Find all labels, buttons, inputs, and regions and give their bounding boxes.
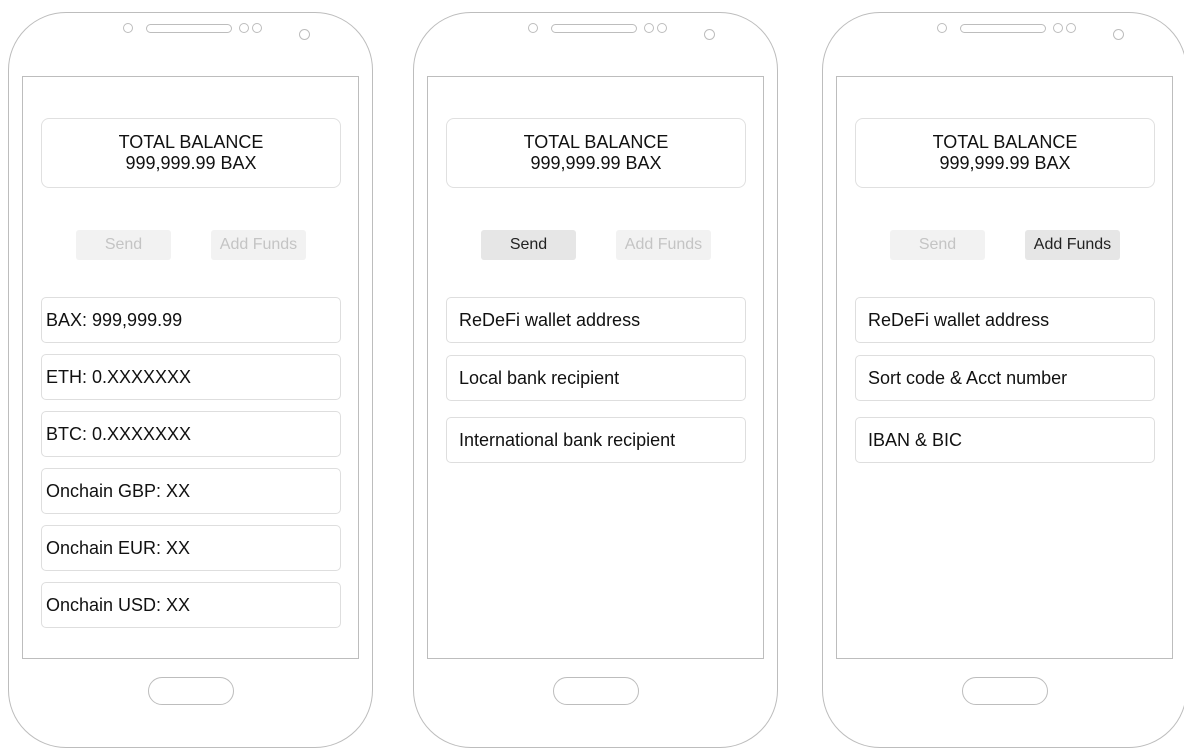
add-funds-button[interactable]: Add Funds xyxy=(1025,230,1120,260)
phone-top-bezel xyxy=(414,21,777,45)
phone-mockup-send: TOTAL BALANCE 999,999.99 BAX Send Add Fu… xyxy=(413,12,778,748)
home-button[interactable] xyxy=(962,677,1048,705)
total-balance-card: TOTAL BALANCE 999,999.99 BAX xyxy=(855,118,1155,188)
speaker-grille-icon xyxy=(551,24,637,33)
sensor-icon xyxy=(937,23,947,33)
send-option-redefi-wallet[interactable]: ReDeFi wallet address xyxy=(446,297,746,343)
phone-screen: TOTAL BALANCE 999,999.99 BAX Send Add Fu… xyxy=(22,76,359,659)
asset-row-eur[interactable]: Onchain EUR: XX xyxy=(41,525,341,571)
send-button[interactable]: Send xyxy=(481,230,576,260)
total-balance-card: TOTAL BALANCE 999,999.99 BAX xyxy=(446,118,746,188)
total-balance-amount: 999,999.99 BAX xyxy=(939,153,1071,173)
fund-option-redefi-wallet[interactable]: ReDeFi wallet address xyxy=(855,297,1155,343)
total-balance-amount: 999,999.99 BAX xyxy=(125,153,257,173)
sensor-icon xyxy=(1066,23,1076,33)
phone-screen: TOTAL BALANCE 999,999.99 BAX Send Add Fu… xyxy=(836,76,1173,659)
speaker-grille-icon xyxy=(146,24,232,33)
asset-row-bax[interactable]: BAX: 999,999.99 xyxy=(41,297,341,343)
phone-screen: TOTAL BALANCE 999,999.99 BAX Send Add Fu… xyxy=(427,76,764,659)
speaker-grille-icon xyxy=(960,24,1046,33)
home-button[interactable] xyxy=(148,677,234,705)
add-funds-button[interactable]: Add Funds xyxy=(211,230,306,260)
send-option-international-bank[interactable]: International bank recipient xyxy=(446,417,746,463)
asset-row-gbp[interactable]: Onchain GBP: XX xyxy=(41,468,341,514)
sensor-icon xyxy=(528,23,538,33)
sensor-icon xyxy=(644,23,654,33)
add-funds-button[interactable]: Add Funds xyxy=(616,230,711,260)
camera-icon xyxy=(1113,29,1124,40)
phone-mockup-add-funds: TOTAL BALANCE 999,999.99 BAX Send Add Fu… xyxy=(822,12,1184,748)
total-balance-title: TOTAL BALANCE xyxy=(118,132,264,152)
asset-row-btc[interactable]: BTC: 0.XXXXXXX xyxy=(41,411,341,457)
sensor-icon xyxy=(1053,23,1063,33)
sensor-icon xyxy=(252,23,262,33)
total-balance-card: TOTAL BALANCE 999,999.99 BAX xyxy=(41,118,341,188)
send-button[interactable]: Send xyxy=(890,230,985,260)
total-balance-amount: 999,999.99 BAX xyxy=(530,153,662,173)
camera-icon xyxy=(704,29,715,40)
sensor-icon xyxy=(123,23,133,33)
camera-icon xyxy=(299,29,310,40)
sensor-icon xyxy=(657,23,667,33)
phone-top-bezel xyxy=(823,21,1184,45)
fund-option-sort-code[interactable]: Sort code & Acct number xyxy=(855,355,1155,401)
total-balance-title: TOTAL BALANCE xyxy=(523,132,669,152)
home-button[interactable] xyxy=(553,677,639,705)
asset-row-eth[interactable]: ETH: 0.XXXXXXX xyxy=(41,354,341,400)
send-option-local-bank[interactable]: Local bank recipient xyxy=(446,355,746,401)
phone-mockup-balances: TOTAL BALANCE 999,999.99 BAX Send Add Fu… xyxy=(8,12,373,748)
fund-option-iban-bic[interactable]: IBAN & BIC xyxy=(855,417,1155,463)
asset-row-usd[interactable]: Onchain USD: XX xyxy=(41,582,341,628)
phone-top-bezel xyxy=(9,21,372,45)
send-button[interactable]: Send xyxy=(76,230,171,260)
total-balance-title: TOTAL BALANCE xyxy=(932,132,1078,152)
sensor-icon xyxy=(239,23,249,33)
